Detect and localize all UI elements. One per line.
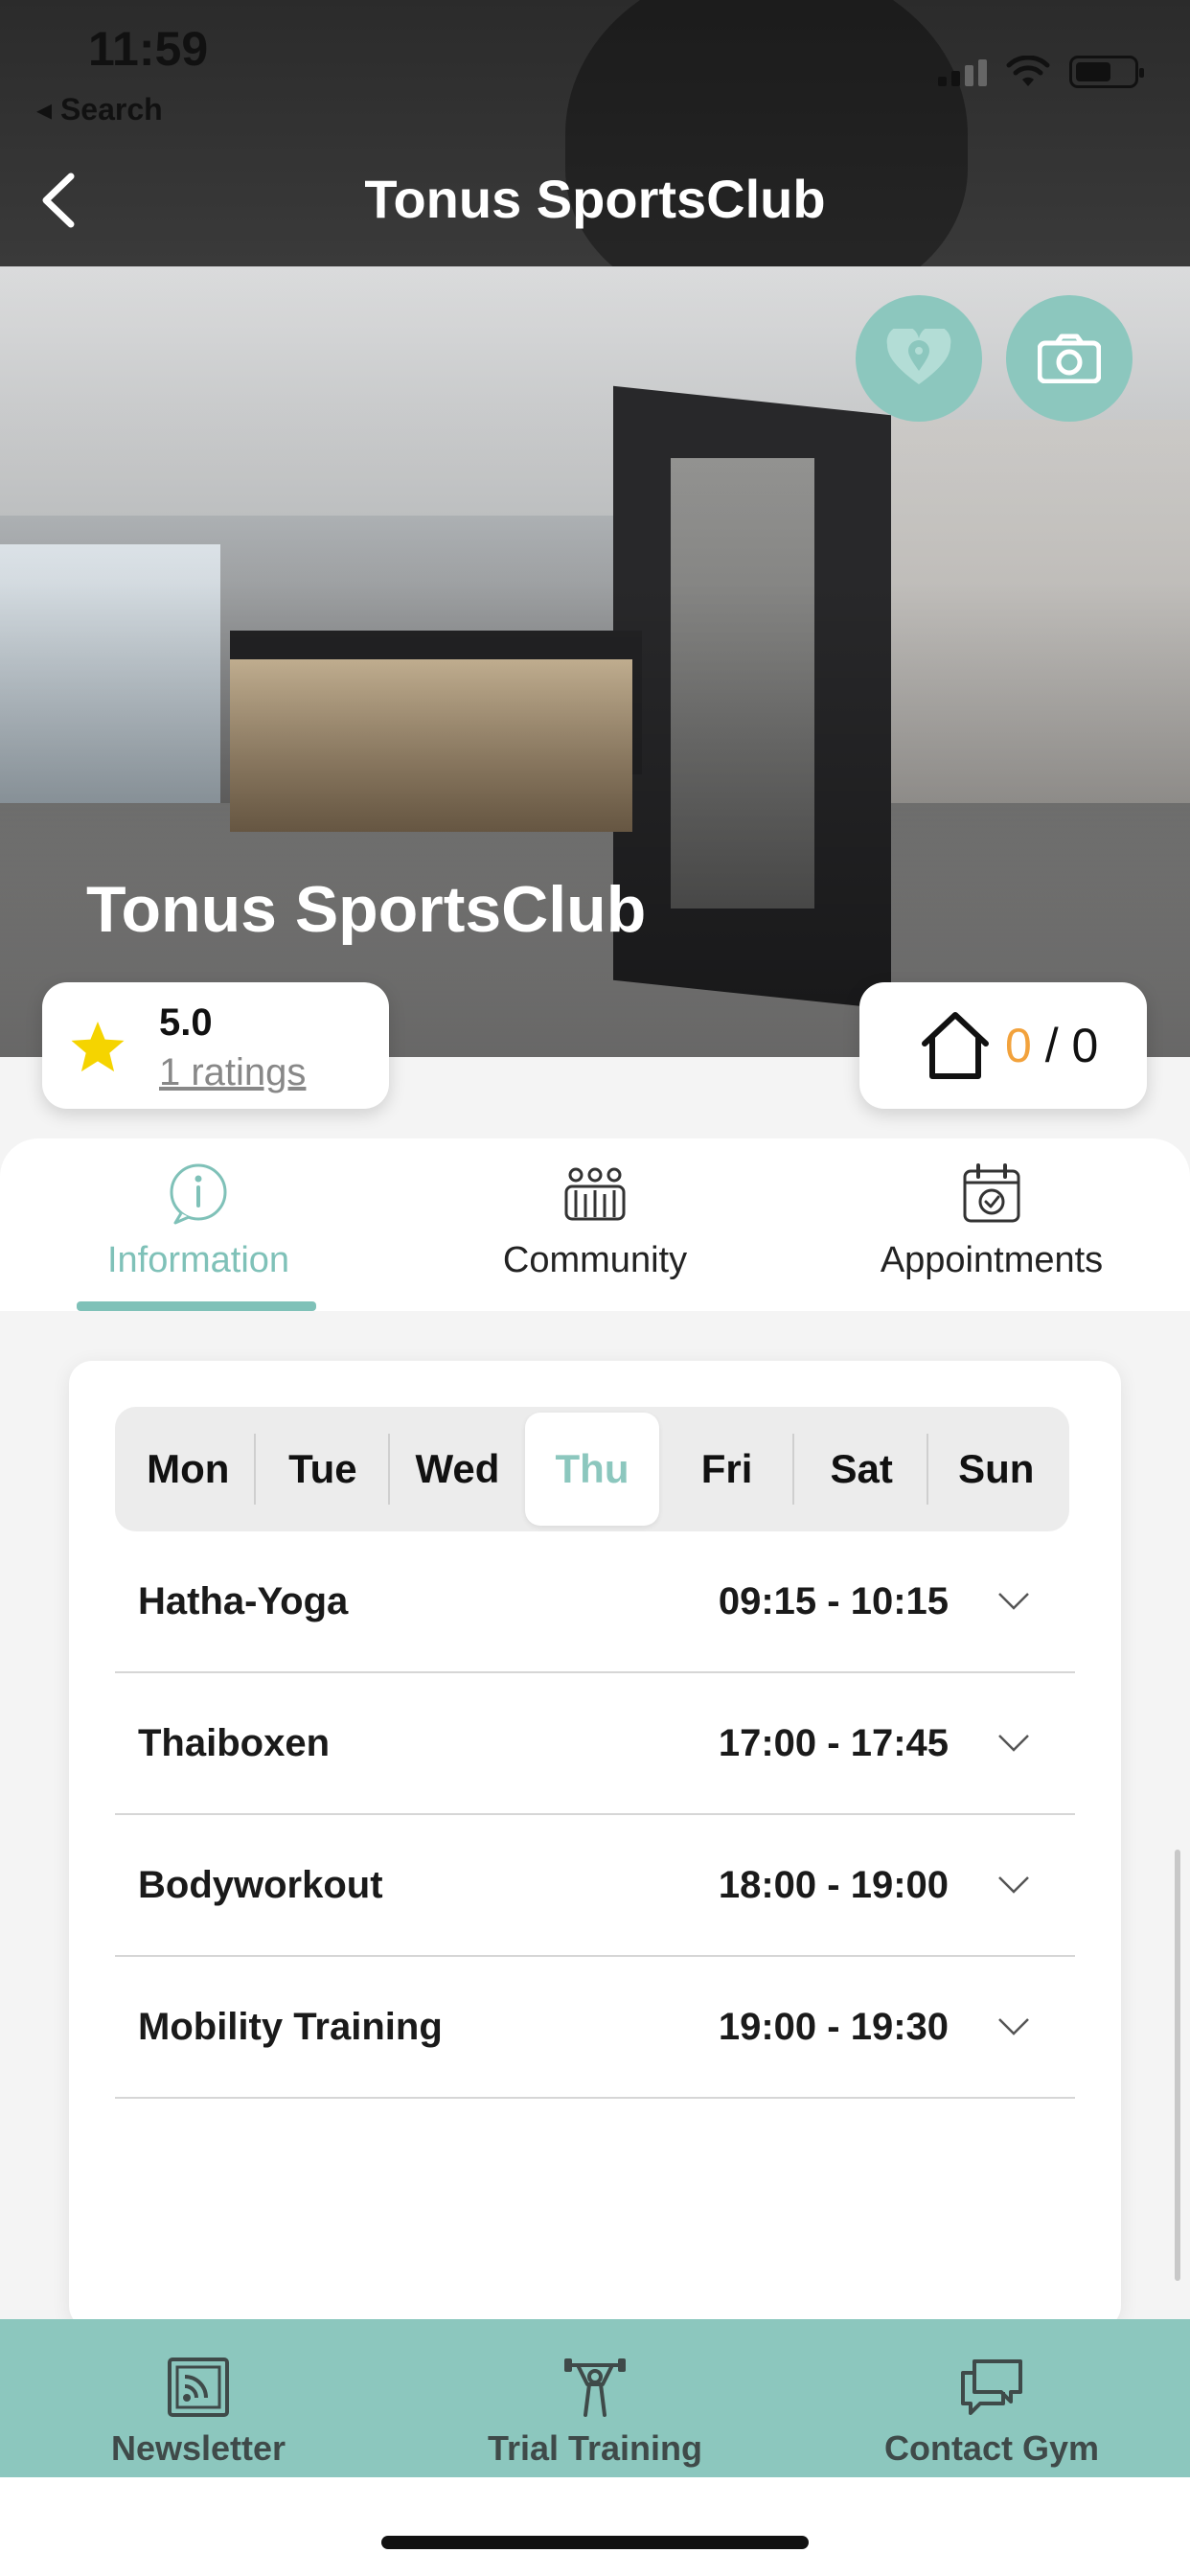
chevron-down-icon[interactable] [996,2015,1031,2038]
class-row[interactable]: Mobility Training 19:00 - 19:30 [115,1957,1075,2099]
gym-title: Tonus SportsClub [86,873,647,946]
ratings-link[interactable]: 1 ratings [159,1051,306,1094]
info-icon [170,1163,227,1225]
class-name: Bodyworkout [138,1863,383,1906]
star-icon [71,1022,125,1072]
rating-value: 5.0 [159,1001,213,1044]
class-name: Mobility Training [138,2005,443,2048]
tab-community-label: Community [502,1240,688,1280]
class-row[interactable]: Hatha-Yoga 09:15 - 10:15 [115,1531,1075,1673]
calendar-icon [963,1163,1020,1223]
status-back-search[interactable]: ◂ Search [36,91,163,127]
community-icon [564,1167,626,1221]
chat-icon [961,2359,1022,2415]
weightlifter-icon [564,2358,626,2417]
chevron-down-icon[interactable] [996,1590,1031,1613]
tab-information-label: Information [106,1240,290,1280]
class-time: 18:00 - 19:00 [718,1863,949,1906]
tab-bar: Information Community Appointments [0,1138,1190,1311]
camera-icon [1038,334,1101,383]
contact-gym-label: Contact Gym [883,2428,1100,2468]
capacity-count: 0 / 0 [1005,1018,1098,1073]
class-row[interactable]: Thaiboxen 17:00 - 17:45 [115,1673,1075,1815]
day-wed[interactable]: Wed [390,1413,525,1526]
newsletter-label: Newsletter [110,2428,286,2468]
chevron-down-icon[interactable] [996,1874,1031,1897]
signal-icon [938,58,987,86]
class-time: 09:15 - 10:15 [718,1579,949,1622]
day-selector: Mon Tue Wed Thu Fri Sat Sun [115,1407,1069,1531]
trial-training-label: Trial Training [487,2428,703,2468]
tab-appointments[interactable]: Appointments [793,1138,1190,1311]
scrollbar[interactable] [1175,1850,1180,2281]
home-area [0,2477,1190,2576]
capacity-total: 0 [1071,1019,1099,1072]
top-bar: 11:59 ◂ Search Tonus SportsClub [0,0,1190,266]
day-thu[interactable]: Thu [524,1413,660,1526]
status-icons [938,56,1144,88]
capacity-separator: / [1031,1019,1072,1072]
status-time: 11:59 [88,22,209,76]
day-tue[interactable]: Tue [256,1413,391,1526]
schedule-card: Mon Tue Wed Thu Fri Sat Sun Hatha-Yoga 0… [69,1361,1121,2329]
contact-gym-button[interactable]: Contact Gym [793,2319,1190,2477]
capacity-current: 0 [1005,1019,1032,1072]
class-row[interactable]: Bodyworkout 18:00 - 19:00 [115,1815,1075,1957]
newsletter-icon [168,2358,229,2417]
battery-icon [1069,56,1144,88]
day-sun[interactable]: Sun [928,1413,1064,1526]
home-icon [922,1012,989,1079]
wifi-icon [1006,56,1050,86]
nav-title: Tonus SportsClub [364,169,826,229]
day-sat[interactable]: Sat [794,1413,929,1526]
class-time: 17:00 - 17:45 [718,1721,949,1764]
tab-community[interactable]: Community [397,1138,793,1311]
class-name: Hatha-Yoga [138,1579,349,1622]
chevron-down-icon[interactable] [996,1732,1031,1755]
camera-button[interactable] [1006,295,1133,422]
day-fri[interactable]: Fri [659,1413,794,1526]
newsletter-button[interactable]: Newsletter [0,2319,397,2477]
tab-information[interactable]: Information [0,1138,397,1311]
tab-appointments-label: Appointments [880,1240,1104,1280]
action-bar: Newsletter Trial Training Contact Gym [0,2319,1190,2477]
trial-training-button[interactable]: Trial Training [397,2319,793,2477]
heart-pin-icon [886,329,951,384]
favorite-location-button[interactable] [856,295,982,422]
home-indicator[interactable] [381,2536,809,2549]
day-mon[interactable]: Mon [121,1413,256,1526]
class-time: 19:00 - 19:30 [718,2005,949,2048]
rating-card[interactable]: 5.0 1 ratings [42,982,389,1109]
capacity-card: 0 / 0 [859,982,1147,1109]
class-name: Thaiboxen [138,1721,331,1764]
